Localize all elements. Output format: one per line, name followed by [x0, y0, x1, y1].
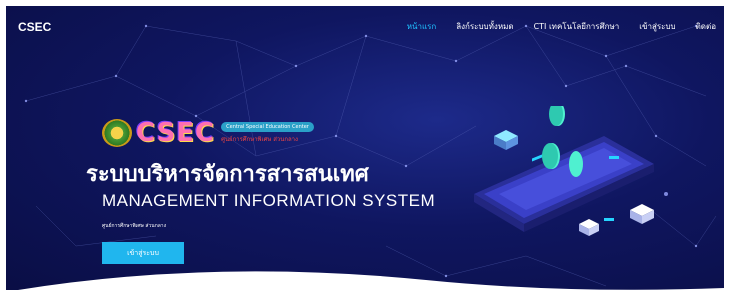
bottom-wave — [18, 271, 724, 290]
logo-thai-name: ศูนย์การศึกษาพิเศษ ส่วนกลาง — [221, 136, 298, 143]
nav-login[interactable]: เข้าสู่ระบบ — [639, 20, 675, 33]
main-nav: หน้าแรก ลิงก์ระบบทั้งหมด CTI เทคโนโลยีกา… — [407, 20, 716, 33]
page-title-thai: ระบบบริหารจัดการสารสนเทศ — [86, 162, 369, 187]
nav-all-links[interactable]: ลิงก์ระบบทั้งหมด — [456, 20, 513, 33]
logo-letters: CSEC — [136, 118, 216, 148]
nav-home[interactable]: หน้าแรก — [407, 20, 437, 33]
hero-section: CSEC หน้าแรก ลิงก์ระบบทั้งหมด CTI เทคโนโ… — [6, 6, 724, 290]
logo-english-name: Central Special Education Center — [221, 122, 314, 132]
csec-logo: CSEC Central Special Education Center ศู… — [102, 118, 314, 148]
nav-cti[interactable]: CTI เทคโนโลยีการศึกษา — [534, 20, 620, 33]
emblem-icon — [102, 119, 132, 147]
page-title-english: MANAGEMENT INFORMATION SYSTEM — [102, 191, 436, 210]
phone-illustration — [474, 106, 654, 236]
nav-contact[interactable]: ติดต่อ — [696, 20, 716, 33]
tagline: ศูนย์การศึกษาพิเศษ ส่วนกลาง — [102, 223, 167, 229]
brand-logo[interactable]: CSEC — [18, 20, 51, 34]
